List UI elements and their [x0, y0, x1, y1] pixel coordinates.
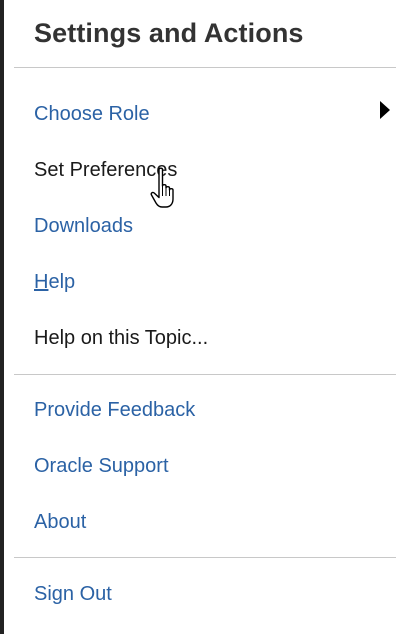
section-divider-2 [14, 557, 396, 558]
menu-item-oracle-support[interactable]: Oracle Support [34, 454, 169, 478]
menu-item-help-on-topic[interactable]: Help on this Topic... [34, 326, 208, 350]
settings-actions-menu: Settings and Actions Choose Role Set Pre… [0, 0, 396, 634]
menu-item-sign-out[interactable]: Sign Out [34, 582, 112, 606]
menu-title: Settings and Actions [34, 18, 304, 48]
menu-item-choose-role[interactable]: Choose Role [34, 102, 150, 126]
menu-item-downloads[interactable]: Downloads [34, 214, 133, 238]
menu-item-provide-feedback[interactable]: Provide Feedback [34, 398, 195, 422]
hand-pointer-icon [150, 167, 174, 208]
section-divider-1 [14, 374, 396, 375]
menu-item-about[interactable]: About [34, 510, 86, 534]
title-divider [14, 67, 396, 68]
menu-item-help[interactable]: Help [34, 270, 75, 294]
submenu-arrow-icon[interactable] [380, 101, 390, 119]
